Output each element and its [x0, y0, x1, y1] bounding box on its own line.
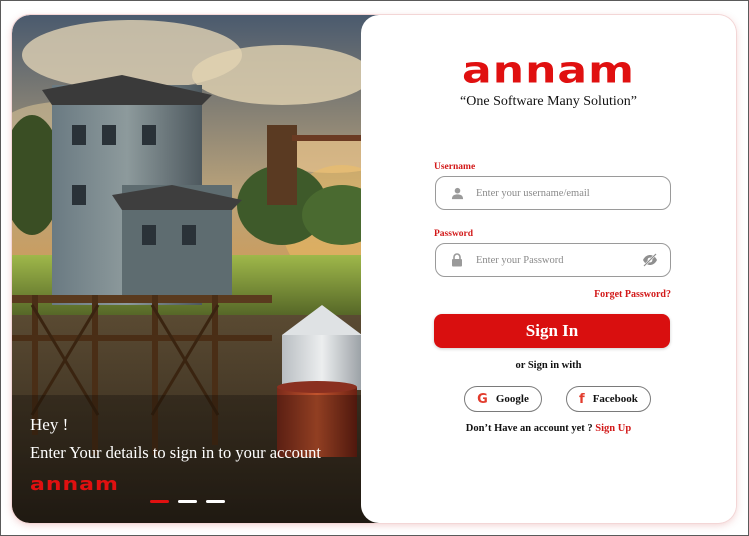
facebook-sign-in-button[interactable]: f Facebook: [566, 386, 651, 412]
hero-greeting: Hey !: [30, 415, 69, 434]
carousel-indicators: [150, 500, 225, 503]
password-label: Password: [434, 229, 474, 239]
google-sign-in-button[interactable]: G Google: [464, 386, 542, 412]
username-field[interactable]: [435, 176, 671, 210]
sign-in-button[interactable]: Sign In: [434, 314, 670, 348]
lock-icon: [444, 253, 470, 267]
username-input[interactable]: [476, 187, 670, 199]
password-input[interactable]: [476, 254, 640, 266]
carousel-dot[interactable]: [150, 500, 169, 503]
google-label: Google: [495, 393, 529, 405]
facebook-label: Facebook: [592, 393, 638, 405]
sign-up-link[interactable]: Sign Up: [595, 423, 631, 434]
carousel-dot[interactable]: [206, 500, 225, 503]
brand-tagline: “One Software Many Solution”: [460, 94, 637, 109]
brand-logo: annam: [462, 49, 635, 92]
hero-logo: annam: [30, 475, 119, 495]
forgot-password-link[interactable]: Forget Password?: [594, 289, 671, 300]
no-account-text: Don’t Have an account yet ?: [465, 423, 593, 434]
carousel-dot[interactable]: [178, 500, 197, 503]
login-card: Hey ! Enter Your details to sign in to y…: [12, 15, 736, 523]
hero-panel: Hey ! Enter Your details to sign in to y…: [12, 15, 392, 523]
user-icon: [444, 187, 470, 200]
password-field[interactable]: [435, 243, 671, 277]
facebook-icon: f: [579, 391, 585, 407]
hero-subtitle: Enter Your details to sign in to your ac…: [30, 443, 322, 462]
signup-prompt: Don’t Have an account yet ? Sign Up: [361, 423, 736, 434]
google-icon: G: [477, 391, 488, 407]
or-sign-in-with-text: or Sign in with: [515, 360, 582, 371]
page-frame: Hey ! Enter Your details to sign in to y…: [0, 0, 749, 536]
login-panel: annam “One Software Many Solution” Usern…: [361, 15, 736, 523]
eye-off-icon[interactable]: [640, 253, 660, 267]
username-label: Username: [434, 162, 476, 172]
